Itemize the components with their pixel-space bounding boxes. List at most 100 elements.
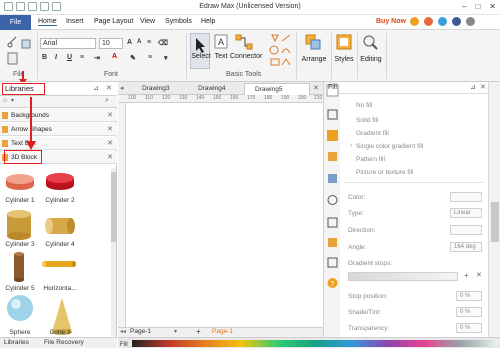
direction-select[interactable] <box>450 225 482 235</box>
shape-label-cylinder-4[interactable]: Cylinder 4 <box>40 241 80 248</box>
fill-panel-scrollbar[interactable] <box>488 82 500 337</box>
arrange-icon[interactable] <box>305 34 321 50</box>
bold-button[interactable]: B <box>42 54 47 61</box>
clipboard-icons[interactable] <box>6 35 34 67</box>
facebook-icon[interactable] <box>452 17 461 26</box>
connector-icon[interactable] <box>235 34 253 50</box>
shape-label-horizontal[interactable]: Horizonta... <box>40 285 80 292</box>
shape-label-cylinder-3[interactable]: Cylinder 3 <box>0 241 40 248</box>
option-pattern-fill[interactable]: Pattern fill <box>356 156 385 163</box>
font-color-icon[interactable]: A <box>112 53 117 60</box>
cart-icon[interactable] <box>410 17 419 26</box>
file-menu[interactable]: File <box>0 15 31 30</box>
shape-label-cylinder-1[interactable]: Cylinder 1 <box>0 197 40 204</box>
editing-icon[interactable] <box>362 34 378 50</box>
search-icon[interactable]: ⌕ <box>105 97 109 105</box>
option-single-color-gradient-fill[interactable]: Single color gradient fill <box>356 143 423 150</box>
menu-home[interactable]: Home <box>38 18 57 26</box>
indent-icon[interactable]: ⇥ <box>94 54 100 62</box>
clear-format-icon[interactable]: ⌫ <box>158 39 168 47</box>
option-picture-or-texture-fill[interactable]: Picture or texture fill <box>356 169 413 176</box>
styles-label[interactable]: Styles <box>332 56 356 63</box>
add-page-icon[interactable]: + <box>196 327 201 336</box>
page-dropdown-icon[interactable]: ▾ <box>174 328 177 335</box>
library-category-backgrounds[interactable]: Backgrounds ✕ <box>0 109 117 122</box>
pin-icon[interactable]: ⊿ <box>470 83 476 91</box>
libraries-tab[interactable]: Libraries <box>4 339 29 346</box>
tab-scroll-left-icon[interactable]: ◂ <box>120 84 124 92</box>
maximize-button[interactable]: □ <box>475 2 480 11</box>
minimize-button[interactable]: – <box>462 2 466 11</box>
close-panel-icon[interactable]: ✕ <box>106 84 112 92</box>
menu-page-layout[interactable]: Page Layout <box>94 18 133 25</box>
option-solid-fill[interactable]: Solid fill <box>356 117 378 124</box>
align-icon[interactable]: ≡ <box>80 54 84 61</box>
close-button[interactable]: ✕ <box>489 2 496 11</box>
library-search-bar[interactable]: ⌂ ▾ ⌕ <box>0 96 117 108</box>
help-icon[interactable] <box>466 17 475 26</box>
close-category-icon[interactable]: ✕ <box>107 125 113 133</box>
text-label[interactable]: Text <box>212 53 230 60</box>
shape-label-cone-3[interactable]: Cone 3 <box>40 329 80 336</box>
color-picker[interactable] <box>450 192 482 202</box>
file-recovery-tab[interactable]: File Recovery <box>44 339 84 346</box>
font-name-select[interactable]: Arial <box>40 38 96 49</box>
share-icon[interactable] <box>424 17 433 26</box>
menu-insert[interactable]: Insert <box>66 18 84 25</box>
align-right-icon[interactable]: ≡ <box>148 54 152 61</box>
shape-label-cylinder-2[interactable]: Cylinder 2 <box>40 197 80 204</box>
connector-label[interactable]: Connector <box>230 53 262 60</box>
close-category-icon[interactable]: ✕ <box>107 153 113 161</box>
dropdown-icon[interactable]: ▾ <box>11 97 14 104</box>
active-page-tab[interactable]: Page-1 <box>212 328 233 335</box>
menu-symbols[interactable]: Symbols <box>165 18 192 25</box>
add-stop-icon[interactable]: + <box>464 271 469 280</box>
color-swatches[interactable]: Fill <box>118 338 500 348</box>
underline-button[interactable]: U <box>67 54 72 61</box>
pin-icon[interactable]: ⊿ <box>93 84 99 92</box>
angle-input[interactable]: 164 deg <box>450 242 482 252</box>
drawing-shapes-icons[interactable] <box>268 33 292 69</box>
shape-label-sphere[interactable]: Sphere <box>0 329 40 336</box>
italic-button[interactable]: I <box>55 54 57 61</box>
twitter-icon[interactable] <box>438 17 447 26</box>
shrink-font-icon[interactable]: A <box>137 39 141 45</box>
option-no-fill[interactable]: No fill <box>356 102 372 109</box>
library-scrollbar[interactable] <box>111 168 116 336</box>
shade-tint-input[interactable]: 0 % <box>456 307 482 317</box>
stop-position-input[interactable]: 0 % <box>456 291 482 301</box>
close-category-icon[interactable]: ✕ <box>107 139 113 147</box>
editing-label[interactable]: Editing <box>358 56 384 63</box>
buy-now-link[interactable]: Buy Now <box>376 18 406 25</box>
menu-view[interactable]: View <box>140 18 155 25</box>
select-button[interactable] <box>190 33 210 69</box>
page-nav-icon[interactable]: ◂◂ <box>120 328 126 335</box>
tab-drawing3[interactable]: Drawing3 <box>132 83 184 95</box>
transparency-input[interactable]: 0 % <box>456 323 482 333</box>
remove-stop-icon[interactable]: ✕ <box>476 271 482 279</box>
styles-icon[interactable] <box>336 34 352 50</box>
menu-help[interactable]: Help <box>201 18 215 25</box>
font-size-select[interactable]: 10 <box>99 38 123 49</box>
tab-close-icon[interactable]: ✕ <box>313 84 319 92</box>
library-category-text-box[interactable]: Text Box ✕ <box>0 137 117 150</box>
shape-label-cylinder-5[interactable]: Cylinder 5 <box>0 285 40 292</box>
highlight-icon[interactable]: ✎ <box>130 54 136 62</box>
tab-drawing4[interactable]: Drawing4 <box>188 83 240 95</box>
color-palette-strip[interactable]: Fill <box>118 337 500 348</box>
right-toolbar-icons[interactable]: ? <box>324 82 341 337</box>
text-tool-icon[interactable]: A <box>214 34 228 50</box>
page-select[interactable]: Page-1 <box>130 328 151 335</box>
close-category-icon[interactable]: ✕ <box>107 111 113 119</box>
bullets-icon[interactable]: ≡ <box>147 39 151 46</box>
format-more-icon[interactable]: ▾ <box>164 54 168 62</box>
grow-font-icon[interactable]: A <box>127 39 132 46</box>
home-icon[interactable]: ⌂ <box>3 97 7 104</box>
library-category-arrow-shapes[interactable]: Arrow Shapes ✕ <box>0 123 117 136</box>
type-select[interactable]: Linear <box>450 208 482 218</box>
arrange-label[interactable]: Arrange <box>299 56 329 63</box>
drawing-canvas[interactable] <box>127 104 323 327</box>
tab-drawing5[interactable]: Drawing5 <box>244 83 310 95</box>
gradient-stops-bar[interactable] <box>348 272 458 281</box>
option-gradient-fill[interactable]: Gradient fill <box>356 130 389 137</box>
